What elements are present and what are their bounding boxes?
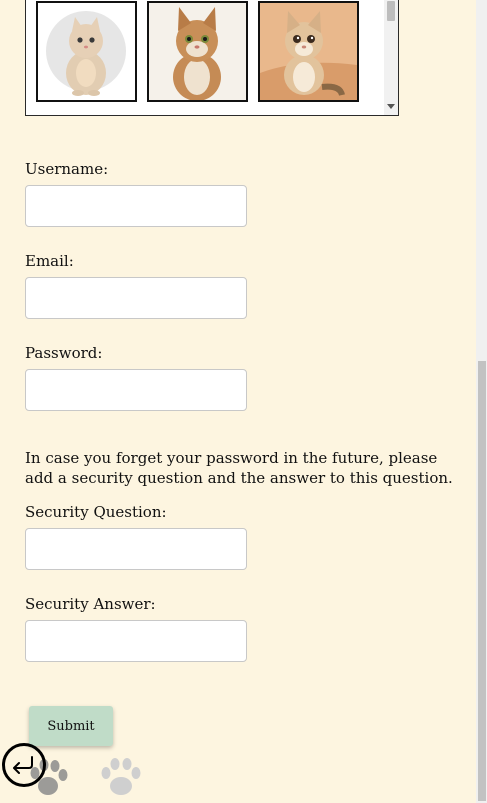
cat-image bbox=[38, 3, 135, 100]
avatar-option-wild-cat[interactable] bbox=[147, 1, 248, 102]
username-label: Username: bbox=[25, 160, 109, 178]
cat-image bbox=[149, 3, 246, 100]
avatar-gallery[interactable] bbox=[25, 0, 399, 116]
gallery-scrollbar-thumb[interactable] bbox=[387, 1, 395, 21]
avatar-option-sand-cat[interactable] bbox=[258, 1, 359, 102]
gallery-scrollbar[interactable] bbox=[384, 0, 398, 115]
password-input[interactable] bbox=[25, 369, 247, 411]
page-scrollbar-thumb[interactable] bbox=[478, 361, 486, 801]
security-question-input[interactable] bbox=[25, 528, 247, 570]
cat-image bbox=[260, 3, 357, 100]
page-scrollbar[interactable] bbox=[476, 0, 487, 803]
security-note: In case you forget your password in the … bbox=[25, 449, 453, 487]
email-input[interactable] bbox=[25, 277, 247, 319]
back-button[interactable] bbox=[2, 743, 46, 787]
security-answer-input[interactable] bbox=[25, 620, 247, 662]
submit-button[interactable]: Submit bbox=[29, 706, 113, 746]
back-arrow-icon bbox=[13, 756, 33, 774]
page-viewport: Username: Email: Password: In case you f… bbox=[0, 0, 476, 803]
password-label: Password: bbox=[25, 344, 103, 362]
email-label: Email: bbox=[25, 252, 74, 270]
paw-print-icon bbox=[101, 758, 141, 795]
security-question-label: Security Question: bbox=[25, 503, 167, 521]
avatar-option-british-shorthair-cat[interactable] bbox=[36, 1, 137, 102]
security-answer-label: Security Answer: bbox=[25, 595, 156, 613]
scroll-down-arrow-icon[interactable] bbox=[387, 104, 395, 109]
username-input[interactable] bbox=[25, 185, 247, 227]
